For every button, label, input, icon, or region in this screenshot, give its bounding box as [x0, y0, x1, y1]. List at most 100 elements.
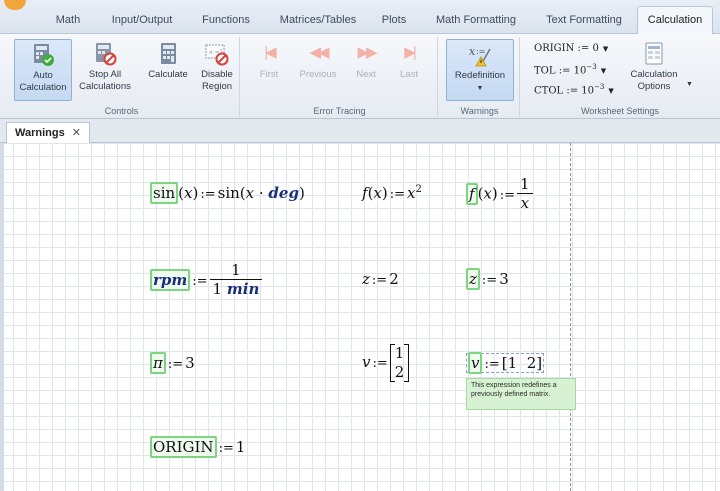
v-row-entry-1: 1	[507, 354, 518, 372]
rpm-redefinition-region[interactable]: rpm:= 1 1 min	[150, 262, 263, 299]
last-label: Last	[400, 69, 418, 80]
last-icon: ▶|	[404, 44, 416, 61]
calculate-button[interactable]: Calculate	[142, 39, 194, 101]
disable-region-button[interactable]: x:=1 Disable Region	[196, 39, 238, 101]
v-matrix-entry-1: 1	[394, 344, 405, 362]
calculation-options-label-1: Calculation	[630, 69, 678, 80]
v-row-redefinition-region[interactable]: v:= [1 2]	[466, 352, 545, 374]
tol-setting-base: 10	[573, 65, 587, 77]
last-error-button[interactable]: ▶| Last	[390, 39, 428, 101]
controls-group: Auto Calculation Stop All Calculations C…	[4, 37, 240, 117]
first-error-button[interactable]: |◀ First	[250, 39, 288, 101]
disable-region-label-1: Disable	[201, 69, 233, 80]
document-tab-warnings[interactable]: Warnings ✕	[6, 122, 90, 143]
pi-redefinition-highlight: π	[150, 352, 166, 374]
redefinition-label: Redefinition	[454, 70, 506, 81]
origin-dropdown-icon[interactable]: ▼	[603, 45, 608, 53]
tab-text-formatting[interactable]: Text Formatting	[538, 10, 630, 32]
tol-setting[interactable]: TOL := 10−3▼	[534, 63, 606, 76]
stop-calculation-icon	[93, 42, 117, 66]
tab-functions[interactable]: Functions	[196, 10, 256, 32]
error-tracing-group-label: Error Tracing	[313, 106, 366, 116]
disable-region-icon: x:=1	[205, 42, 229, 66]
tab-input-output[interactable]: Input/Output	[104, 10, 180, 32]
stop-all-calculations-button[interactable]: Stop All Calculations	[76, 39, 134, 101]
redefinition-button[interactable]: x:= Redefinition ▼	[446, 39, 514, 101]
f-redef-fraction: 1x	[517, 176, 533, 213]
origin-setting-name: ORIGIN	[534, 43, 575, 54]
close-icon[interactable]: ✕	[72, 126, 81, 139]
worksheet-left-margin	[0, 143, 4, 491]
warnings-group-label: Warnings	[460, 106, 499, 116]
origin-redef-value: 1	[235, 438, 246, 456]
app-logo-icon[interactable]	[4, 0, 26, 10]
tol-dropdown-icon[interactable]: ▼	[601, 67, 606, 75]
calculation-options-dropdown-icon[interactable]: ▼	[686, 81, 693, 88]
ctol-setting-exponent: −3	[594, 83, 605, 91]
sin-rhs-variable: x	[245, 184, 255, 202]
page-break-line	[570, 143, 571, 491]
stop-all-label-2: Calculations	[79, 81, 131, 92]
redefinition-dropdown-icon[interactable]: ▼	[477, 85, 484, 92]
v-redefinition-highlight: v	[468, 352, 483, 374]
ctol-dropdown-icon[interactable]: ▼	[608, 87, 613, 95]
f-redefinition-highlight: f	[466, 182, 478, 205]
sin-rhs-function: sin	[217, 184, 240, 202]
z-redefinition-region[interactable]: z:= 3	[466, 268, 509, 290]
auto-calculation-button[interactable]: Auto Calculation	[14, 39, 72, 101]
origin-setting[interactable]: ORIGIN := 0 ▼	[534, 43, 608, 54]
sin-lhs-argument: x	[184, 184, 193, 202]
z-definition-region[interactable]: z:= 2	[362, 270, 399, 288]
next-icon: ▶▶	[357, 44, 377, 61]
ribbon: Auto Calculation Stop All Calculations C…	[0, 34, 720, 119]
calculation-options-button[interactable]: Calculation Options	[622, 39, 686, 101]
tab-math[interactable]: Math	[46, 10, 90, 32]
previous-error-button[interactable]: ◀◀ Previous	[292, 39, 344, 101]
rpm-fraction: 11 min	[209, 262, 263, 299]
tab-matrices-tables[interactable]: Matrices/Tables	[272, 10, 364, 32]
previous-icon: ◀◀	[309, 44, 329, 61]
v-column-definition-region[interactable]: v:=1 2	[362, 344, 410, 382]
v-column-matrix: 12	[389, 344, 410, 382]
sin-redefinition-region[interactable]: sin (x):= sin(x · deg)	[150, 182, 305, 204]
tab-calculation[interactable]: Calculation	[637, 6, 713, 35]
sin-lhs-function: sin	[153, 184, 176, 202]
auto-calculation-label-1: Auto	[33, 70, 53, 81]
svg-text::=: :=	[476, 47, 485, 56]
redefinition-warning-tooltip: This expression redefines a previously d…	[466, 378, 576, 410]
tab-math-formatting[interactable]: Math Formatting	[430, 10, 522, 32]
f-redefinition-region[interactable]: f (x):= 1 x	[466, 176, 533, 213]
tol-setting-name: TOL	[534, 65, 556, 77]
v-def-name: v	[362, 353, 371, 371]
disable-region-label-2: Region	[201, 81, 233, 92]
f-def-function: f	[362, 184, 368, 202]
document-tab-label: Warnings	[15, 127, 65, 139]
origin-redefinition-region[interactable]: ORIGIN:= 1	[150, 436, 246, 458]
document-tab-bar: Warnings ✕	[0, 119, 720, 143]
error-tracing-group: |◀ First ◀◀ Previous ▶▶ Next ▶| Last Err…	[242, 37, 438, 117]
f-redef-denominator: x	[520, 194, 530, 212]
f-redef-numerator: 1	[517, 176, 533, 194]
warnings-group: x:= Redefinition ▼ Warnings	[440, 37, 520, 117]
origin-setting-value: 0	[592, 43, 599, 54]
pi-redefinition-region[interactable]: π:= 3	[150, 352, 195, 374]
ribbon-tab-bar: Math Input/Output Functions Matrices/Tab…	[0, 0, 720, 35]
v-redefinition-selection: v:= [1 2]	[466, 352, 545, 374]
controls-group-label: Controls	[104, 106, 139, 116]
calculate-label: Calculate	[148, 69, 188, 80]
first-icon: |◀	[264, 44, 276, 61]
auto-calculation-icon	[31, 43, 55, 67]
tab-plots[interactable]: Plots	[376, 10, 412, 32]
next-error-button[interactable]: ▶▶ Next	[346, 39, 386, 101]
first-label: First	[259, 69, 279, 80]
previous-label: Previous	[299, 69, 337, 80]
svg-text:x: x	[469, 45, 476, 58]
worksheet-settings-group-label: Worksheet Settings	[581, 106, 659, 116]
v-row-entry-2: 2	[526, 354, 537, 372]
f-definition-region[interactable]: f(x):= x2	[362, 184, 422, 202]
ctol-setting[interactable]: CTOL := 10−3▼	[534, 83, 614, 96]
worksheet-canvas[interactable]	[0, 143, 720, 491]
calculator-icon	[156, 42, 180, 66]
ctol-setting-base: 10	[581, 85, 595, 97]
rpm-numerator: 1	[209, 262, 263, 280]
